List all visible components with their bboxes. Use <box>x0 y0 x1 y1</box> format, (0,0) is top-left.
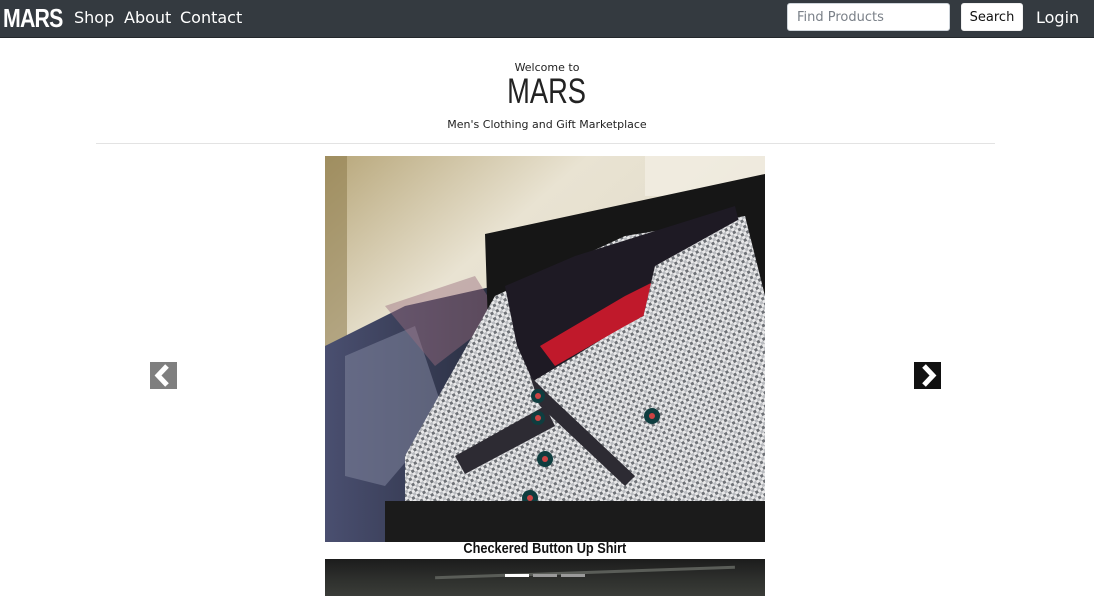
slide-caption: Checkered Button Up Shirt <box>325 540 765 557</box>
header-divider <box>96 143 995 144</box>
tagline: Men's Clothing and Gift Marketplace <box>447 118 647 131</box>
top-navbar: MARS Shop About Contact Search Login <box>0 0 1094 38</box>
chevron-left-icon <box>154 364 169 387</box>
carousel-indicators <box>505 574 585 577</box>
carousel-slide-image[interactable] <box>325 156 765 542</box>
chevron-right-icon <box>922 364 937 387</box>
strip-highlight <box>435 565 735 580</box>
search-input[interactable] <box>787 3 950 31</box>
shirt-photo <box>325 156 765 542</box>
carousel-indicator-3[interactable] <box>561 574 585 577</box>
page-title-text: MARS <box>507 72 587 111</box>
brand-logo[interactable]: MARS <box>3 3 63 34</box>
carousel-footer-strip <box>325 559 765 596</box>
carousel-next-button[interactable] <box>914 362 941 389</box>
login-link[interactable]: Login <box>1036 8 1079 27</box>
carousel-prev-button[interactable] <box>150 362 177 389</box>
nav-link-contact[interactable]: Contact <box>180 8 242 27</box>
product-carousel: Checkered Button Up Shirt <box>0 156 1094 596</box>
carousel-indicator-2[interactable] <box>533 574 557 577</box>
search-button[interactable]: Search <box>961 3 1023 31</box>
nav-link-shop[interactable]: Shop <box>74 8 114 27</box>
slide-caption-text: Checkered Button Up Shirt <box>463 540 627 557</box>
page-title: MARS <box>0 72 1094 112</box>
nav-link-about[interactable]: About <box>124 8 171 27</box>
carousel-indicator-1[interactable] <box>505 574 529 577</box>
